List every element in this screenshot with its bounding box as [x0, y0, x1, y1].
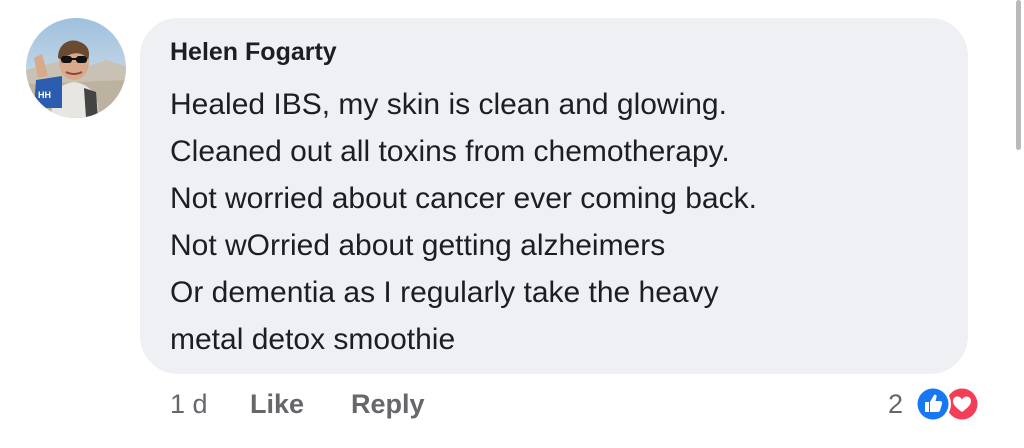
comment-line: Or dementia as I regularly take the heav… [170, 276, 719, 309]
comment-actions: 1 d Like Reply 2 [0, 386, 1024, 425]
comment-line: metal detox smoothie [170, 323, 456, 356]
comment-line: Cleaned out all toxins from chemotherapy… [170, 135, 730, 168]
comment-thread: HH Helen Fogarty Healed IBS, my skin is … [0, 0, 1024, 448]
scrollbar[interactable] [1016, 0, 1021, 150]
comment-line: Healed IBS, my skin is clean and glowing… [170, 88, 727, 121]
avatar[interactable]: HH [26, 18, 126, 118]
author-name[interactable]: Helen Fogarty [170, 38, 337, 67]
like-icon [914, 385, 952, 423]
timestamp[interactable]: 1 d [170, 389, 208, 420]
comment-line: Not worried about cancer ever coming bac… [170, 182, 757, 215]
avatar-badge-text: HH [38, 90, 51, 100]
comment-text: Healed IBS, my skin is clean and glowing… [170, 81, 757, 363]
comment-bubble: Helen Fogarty Healed IBS, my skin is cle… [140, 18, 968, 374]
comment-line: Not wOrried about getting alzheimers [170, 229, 666, 262]
reaction-count: 2 [888, 389, 904, 419]
like-button[interactable]: Like [250, 389, 304, 420]
profile-photo: HH [26, 18, 126, 118]
reply-button[interactable]: Reply [351, 389, 425, 420]
